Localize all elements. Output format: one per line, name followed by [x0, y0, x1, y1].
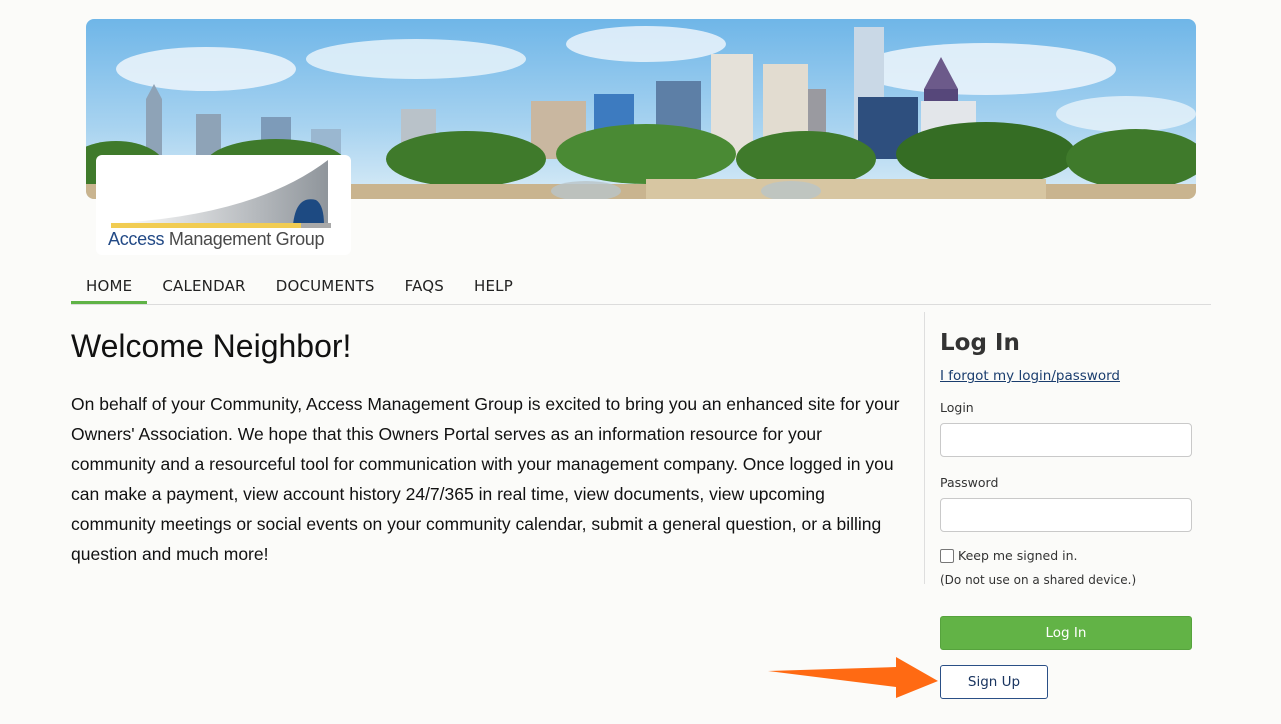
- keep-signed-in-row: Keep me signed in.: [940, 548, 1078, 563]
- keep-signed-in-checkbox[interactable]: [940, 548, 954, 563]
- password-field-label: Password: [940, 475, 999, 490]
- logo-wordmark: Access Management Group: [108, 229, 325, 250]
- welcome-paragraph: On behalf of your Community, Access Mana…: [71, 394, 900, 564]
- login-input[interactable]: [940, 423, 1192, 457]
- logo-word-management-group: Management Group: [168, 229, 325, 249]
- login-panel-title: Log In: [940, 330, 1020, 356]
- password-input[interactable]: [940, 498, 1192, 532]
- keep-signed-in-label[interactable]: Keep me signed in.: [958, 548, 1078, 563]
- nav-tab-documents[interactable]: DOCUMENTS: [261, 270, 390, 304]
- nav-tab-faqs[interactable]: FAQS: [390, 270, 459, 304]
- nav-tab-home[interactable]: HOME: [71, 270, 148, 304]
- sign-up-button[interactable]: Sign Up: [940, 665, 1048, 699]
- orange-arrow-icon: [768, 657, 938, 698]
- nav-tab-help[interactable]: HELP: [459, 270, 528, 304]
- login-field-label: Login: [940, 400, 974, 415]
- shared-device-note: (Do not use on a shared device.): [940, 573, 1137, 587]
- company-logo[interactable]: Access Management Group: [96, 155, 351, 255]
- sidebar-divider: [924, 312, 925, 584]
- logo-word-access: Access: [108, 229, 165, 249]
- nav-tab-calendar[interactable]: CALENDAR: [147, 270, 260, 304]
- log-in-button[interactable]: Log In: [940, 616, 1192, 650]
- page-title: Welcome Neighbor!: [71, 328, 352, 364]
- forgot-password-link[interactable]: I forgot my login/password: [940, 368, 1120, 384]
- main-navigation: HOME CALENDAR DOCUMENTS FAQS HELP: [71, 270, 1211, 305]
